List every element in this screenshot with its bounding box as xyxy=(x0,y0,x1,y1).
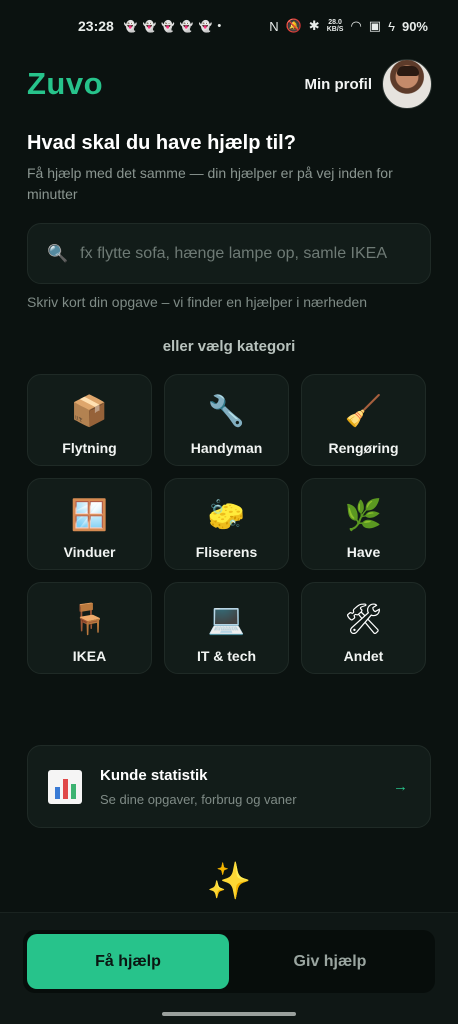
mode-toggle: Få hjælp Giv hjælp xyxy=(23,930,435,993)
sparkles-icon: ✨ xyxy=(206,860,252,901)
snapchat-icon: 👻 xyxy=(142,20,157,33)
get-help-button[interactable]: Få hjælp xyxy=(27,934,229,989)
snapchat-icon: 👻 xyxy=(161,20,175,33)
category-flytning[interactable]: 📦 Flytning xyxy=(27,374,152,466)
snapchat-icon: 👻 xyxy=(198,20,213,33)
charging-icon: ϟ xyxy=(388,18,395,34)
customer-stats-card[interactable]: Kunde statistik Se dine opgaver, forbrug… xyxy=(27,745,431,828)
category-ikea[interactable]: 🪑 IKEA xyxy=(27,582,152,674)
laptop-icon: 💻 xyxy=(207,602,246,637)
mute-icon: 🔕 xyxy=(285,18,302,33)
bar-chart-icon xyxy=(48,769,82,804)
wifi-icon: ◠ xyxy=(350,18,362,33)
status-right: N 🔕 ✱ 28.0 KB/S ◠ ▣ ϟ 90% xyxy=(269,18,428,34)
notification-icons: 👻 👻 👻 👻 👻 • xyxy=(124,20,221,33)
stats-title: Kunde statistik xyxy=(100,766,208,784)
battery-level: 90% xyxy=(401,18,428,34)
search-icon: 🔍 xyxy=(47,243,69,263)
home-indicator[interactable] xyxy=(162,1012,296,1016)
category-grid: 📦 Flytning 🔧 Handyman 🧹 Rengøring 🪟 Vind… xyxy=(27,374,426,674)
search-input[interactable] xyxy=(80,244,421,263)
nfc-icon: N xyxy=(269,18,279,34)
give-help-button[interactable]: Giv hjælp xyxy=(229,934,431,989)
sponge-icon: 🧽 xyxy=(207,498,246,533)
package-icon: 📦 xyxy=(70,394,109,429)
category-handyman[interactable]: 🔧 Handyman xyxy=(164,374,289,466)
chair-icon: 🪑 xyxy=(70,602,109,637)
category-label: Vinduer xyxy=(63,544,116,560)
profile-button[interactable]: Min profil xyxy=(304,59,432,109)
sim-icon: ▣ xyxy=(368,18,382,33)
category-have[interactable]: 🌿 Have xyxy=(301,478,426,570)
category-label: Handyman xyxy=(190,440,263,456)
category-it-tech[interactable]: 💻 IT & tech xyxy=(164,582,289,674)
snapchat-icon: 👻 xyxy=(123,20,138,33)
app-logo: Zuvo xyxy=(27,66,104,101)
search-hint: Skriv kort din opgave – vi finder en hjæ… xyxy=(27,294,368,310)
dot-icon: • xyxy=(217,19,222,32)
status-bar: 23:28 👻 👻 👻 👻 👻 • N 🔕 ✱ 28.0 KB/S ◠ ▣ ϟ … xyxy=(0,0,458,52)
avatar[interactable] xyxy=(382,59,432,109)
search-box[interactable]: 🔍 xyxy=(27,223,431,284)
status-time: 23:28 xyxy=(78,18,114,34)
profile-label: Min profil xyxy=(304,75,373,93)
arrow-right-icon: → xyxy=(393,778,408,795)
snapchat-icon: 👻 xyxy=(179,20,194,33)
page-title: Hvad skal du have hjælp til? xyxy=(27,132,296,154)
category-label: IT & tech xyxy=(196,648,257,664)
category-label: Rengøring xyxy=(328,440,399,456)
category-heading: eller vælg kategori xyxy=(162,338,296,355)
category-label: Have xyxy=(346,544,381,560)
stats-subtitle: Se dine opgaver, forbrug og vaner xyxy=(100,791,297,807)
category-rengoring[interactable]: 🧹 Rengøring xyxy=(301,374,426,466)
app-header: Zuvo Min profil xyxy=(27,58,432,110)
category-vinduer[interactable]: 🪟 Vinduer xyxy=(27,478,152,570)
category-label: IKEA xyxy=(72,648,107,664)
category-fliserens[interactable]: 🧽 Fliserens xyxy=(164,478,289,570)
tools-icon: 🛠 xyxy=(344,602,383,637)
broom-icon: 🧹 xyxy=(344,394,383,429)
bluetooth-icon: ✱ xyxy=(308,18,320,33)
category-label: Andet xyxy=(343,648,384,664)
herb-icon: 🌿 xyxy=(344,498,383,533)
category-andet[interactable]: 🛠 Andet xyxy=(301,582,426,674)
stats-text: Kunde statistik Se dine opgaver, forbrug… xyxy=(100,767,393,807)
wrench-icon: 🔧 xyxy=(207,394,246,429)
page-subtitle: Få hjælp med det samme — din hjælper er … xyxy=(27,165,393,202)
category-label: Flytning xyxy=(62,440,117,456)
network-speed: 28.0 KB/S xyxy=(326,19,344,33)
bottom-bar: Få hjælp Giv hjælp xyxy=(0,912,458,1024)
category-label: Fliserens xyxy=(195,544,258,560)
window-icon: 🪟 xyxy=(70,498,109,533)
